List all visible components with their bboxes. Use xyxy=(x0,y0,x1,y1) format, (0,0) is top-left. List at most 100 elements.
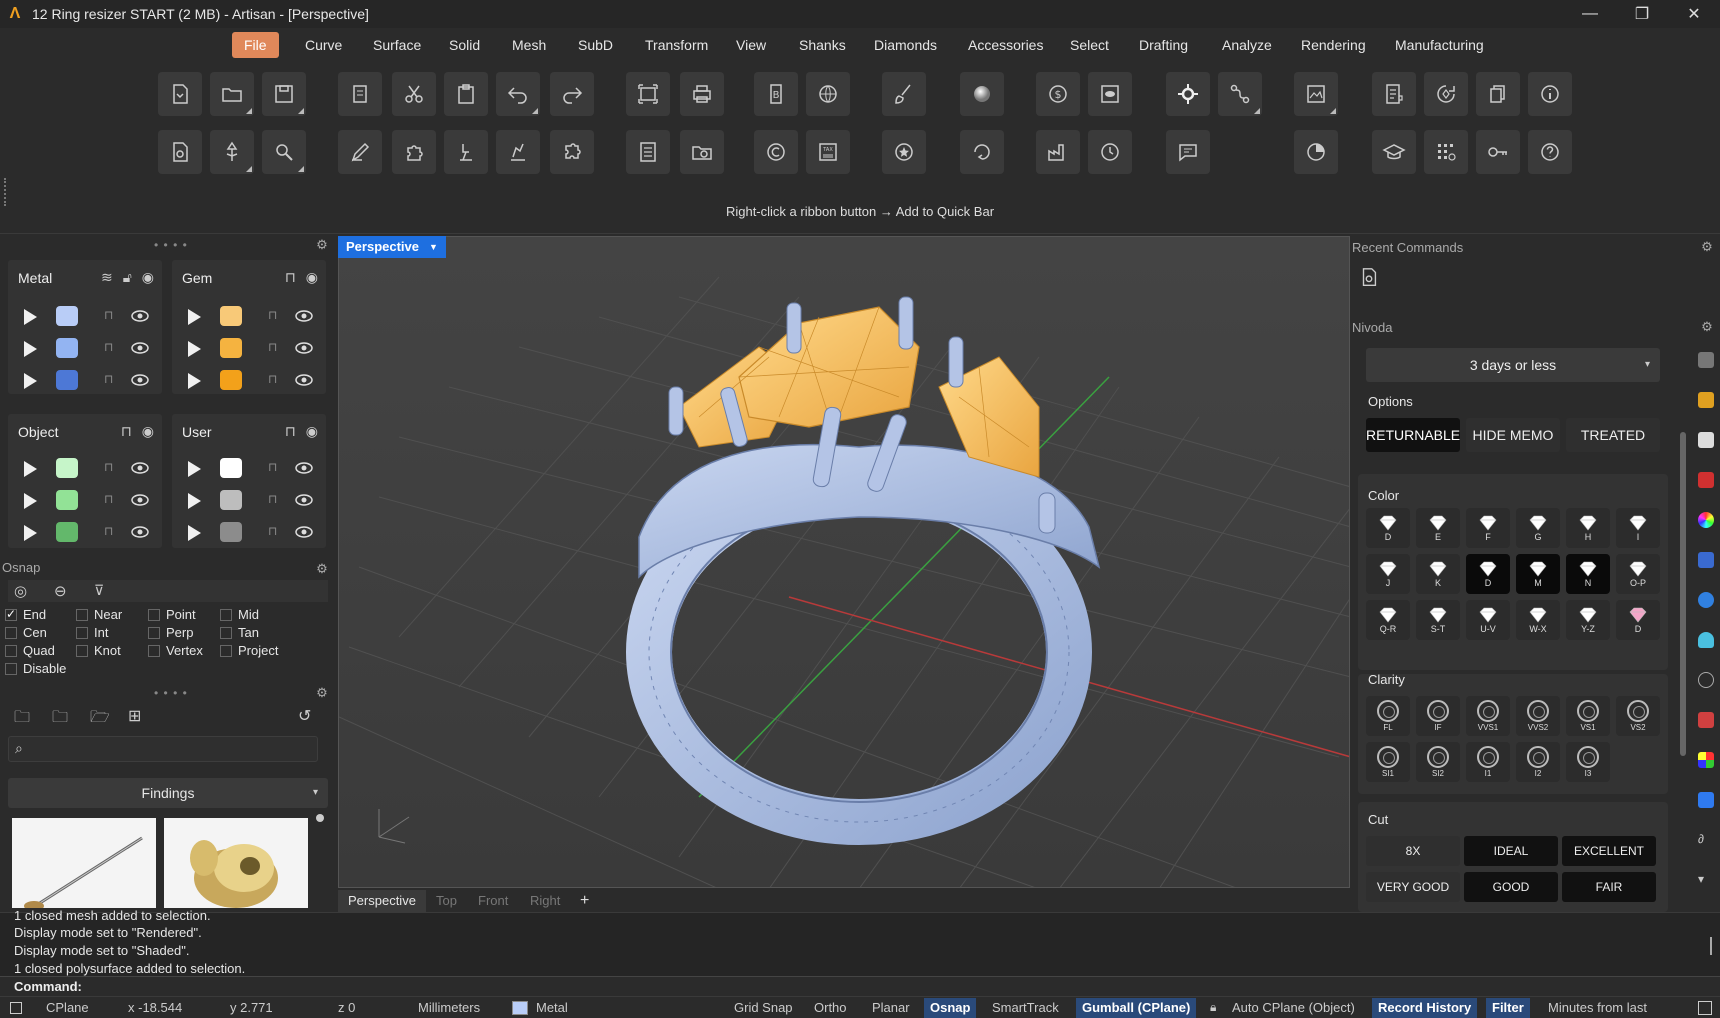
clock-icon[interactable] xyxy=(1088,130,1132,174)
layer-color-swatch[interactable] xyxy=(56,370,78,390)
layer-row[interactable]: ⊓ xyxy=(172,486,326,514)
color-grade-button[interactable]: S-T xyxy=(1416,600,1460,640)
copy-doc-icon[interactable] xyxy=(338,72,382,116)
menu-rendering[interactable]: Rendering xyxy=(1289,32,1378,58)
collapse-panel-icon[interactable]: ▾ xyxy=(1698,872,1714,888)
clarity-grade-button[interactable]: I2 xyxy=(1516,742,1560,782)
osnap-knot[interactable]: Knot xyxy=(76,643,121,658)
key-icon[interactable] xyxy=(1476,130,1520,174)
color-grade-button[interactable]: W-X xyxy=(1516,600,1560,640)
layer-row[interactable]: ⊓ xyxy=(172,454,326,482)
folder-search-icon[interactable] xyxy=(680,130,724,174)
star-badge-icon[interactable] xyxy=(882,130,926,174)
color-grade-button[interactable]: D xyxy=(1366,508,1410,548)
play-icon[interactable] xyxy=(188,461,201,477)
grid-dots-icon[interactable] xyxy=(1424,130,1468,174)
menu-transform[interactable]: Transform xyxy=(633,32,720,58)
lock-icon[interactable]: ⊓ xyxy=(104,308,118,324)
osnap-mid[interactable]: Mid xyxy=(220,607,259,622)
category-dropdown[interactable]: Findings ▾ xyxy=(8,778,328,808)
layers-copy-icon[interactable] xyxy=(1476,72,1520,116)
menu-diamonds[interactable]: Diamonds xyxy=(862,32,949,58)
clarity-grade-button[interactable]: VVS1 xyxy=(1466,696,1510,736)
osnap-int[interactable]: Int xyxy=(76,625,108,640)
status-grid-snap[interactable]: Grid Snap xyxy=(734,1000,793,1015)
osnap-vertex[interactable]: Vertex xyxy=(148,643,203,658)
restore-button[interactable]: ❐ xyxy=(1616,0,1668,28)
layer-color-swatch[interactable] xyxy=(56,306,78,326)
eye-icon[interactable] xyxy=(130,524,150,540)
osnap-near[interactable]: Near xyxy=(76,607,122,622)
environment-panel-icon[interactable] xyxy=(1698,632,1714,648)
layer-row[interactable]: ⊓ xyxy=(172,366,326,394)
menu-view[interactable]: View xyxy=(724,32,778,58)
play-icon[interactable] xyxy=(188,309,201,325)
layer-row[interactable]: ⊓ xyxy=(172,334,326,362)
status-osnap[interactable]: Osnap xyxy=(924,998,977,1018)
delivery-dropdown[interactable]: 3 days or less ▾ xyxy=(1366,348,1660,382)
color-grade-button[interactable]: M xyxy=(1516,554,1560,594)
color-wheel-icon[interactable] xyxy=(1698,512,1714,528)
eye-icon[interactable] xyxy=(130,340,150,356)
sphere-panel-icon[interactable] xyxy=(1698,592,1714,608)
help-icon[interactable] xyxy=(1528,130,1572,174)
osnap-checkbox[interactable] xyxy=(148,644,160,657)
status-smarttrack[interactable]: SmartTrack xyxy=(992,1000,1059,1015)
treated-toggle[interactable]: TREATED xyxy=(1566,418,1660,452)
palette-panel-icon[interactable] xyxy=(1698,752,1714,768)
layer-color-swatch[interactable] xyxy=(56,338,78,358)
menu-manufacturing[interactable]: Manufacturing xyxy=(1383,32,1496,58)
status-filter[interactable]: Filter xyxy=(1486,998,1530,1018)
list-panel-icon[interactable] xyxy=(1698,352,1714,368)
clarity-grade-button[interactable]: VS1 xyxy=(1566,696,1610,736)
color-grade-button[interactable]: E xyxy=(1416,508,1460,548)
color-grade-button[interactable]: G xyxy=(1516,508,1560,548)
osnap-project[interactable]: Project xyxy=(220,643,278,658)
menu-analyze[interactable]: Analyze xyxy=(1210,32,1284,58)
puzzle-icon[interactable] xyxy=(392,130,436,174)
materials-panel-icon[interactable] xyxy=(1698,472,1714,488)
play-icon[interactable] xyxy=(188,373,201,389)
lock-icon[interactable]: 🔓︎ xyxy=(123,269,132,286)
color-grade-button[interactable]: O-P xyxy=(1616,554,1660,594)
osnap-checkbox[interactable] xyxy=(76,608,88,621)
eye-icon[interactable] xyxy=(294,524,314,540)
paste-icon[interactable] xyxy=(444,72,488,116)
pin-icon[interactable] xyxy=(210,130,254,174)
layers-settings-gear-icon[interactable]: ⚙ xyxy=(315,238,329,252)
artisan-panel-icon[interactable] xyxy=(1698,392,1714,408)
lock-icon[interactable]: ⊓ xyxy=(268,340,282,356)
panel-grip-dots[interactable]: • • • • xyxy=(154,238,188,252)
library-search-input[interactable]: ⌕ xyxy=(8,736,318,762)
eye-icon[interactable] xyxy=(294,340,314,356)
layer-color-swatch[interactable] xyxy=(56,522,78,542)
play-icon[interactable] xyxy=(24,373,37,389)
open-folder-icon[interactable] xyxy=(210,72,254,116)
tab-right[interactable]: Right xyxy=(520,890,570,912)
path-nodes-icon[interactable] xyxy=(1218,72,1262,116)
info-icon[interactable] xyxy=(1528,72,1572,116)
osnap-checkbox[interactable] xyxy=(220,644,232,657)
lock-icon[interactable]: ⊓ xyxy=(268,492,282,508)
layer-row[interactable]: ⊓ xyxy=(8,334,162,362)
close-button[interactable]: ✕ xyxy=(1668,0,1720,28)
folder-view-icon[interactable]: 🗀 xyxy=(52,706,68,733)
status-planar[interactable]: Planar xyxy=(872,1000,910,1015)
display-panel-icon[interactable] xyxy=(1698,432,1714,448)
target-icon[interactable]: ◎ xyxy=(14,582,27,600)
ribbon-grip[interactable] xyxy=(4,178,8,206)
lock-icon[interactable]: ⊓ xyxy=(268,372,282,388)
screenshot-icon[interactable] xyxy=(1088,72,1132,116)
layer-row[interactable]: ⊓ xyxy=(172,302,326,330)
document-list-icon[interactable] xyxy=(626,130,670,174)
layer-color-swatch[interactable] xyxy=(220,306,242,326)
lock-icon[interactable]: ⊓ xyxy=(121,423,132,440)
osnap-settings-gear-icon[interactable]: ⚙ xyxy=(315,562,329,576)
color-grade-button[interactable]: Q-R xyxy=(1366,600,1410,640)
eye-icon[interactable] xyxy=(130,460,150,476)
cut-good-toggle[interactable]: GOOD xyxy=(1464,872,1558,902)
lighting-panel-icon[interactable] xyxy=(1698,672,1714,688)
status-end-toggle-icon[interactable] xyxy=(1698,1001,1712,1015)
viewport-canvas[interactable] xyxy=(338,236,1350,888)
osnap-checkbox[interactable] xyxy=(148,626,160,639)
